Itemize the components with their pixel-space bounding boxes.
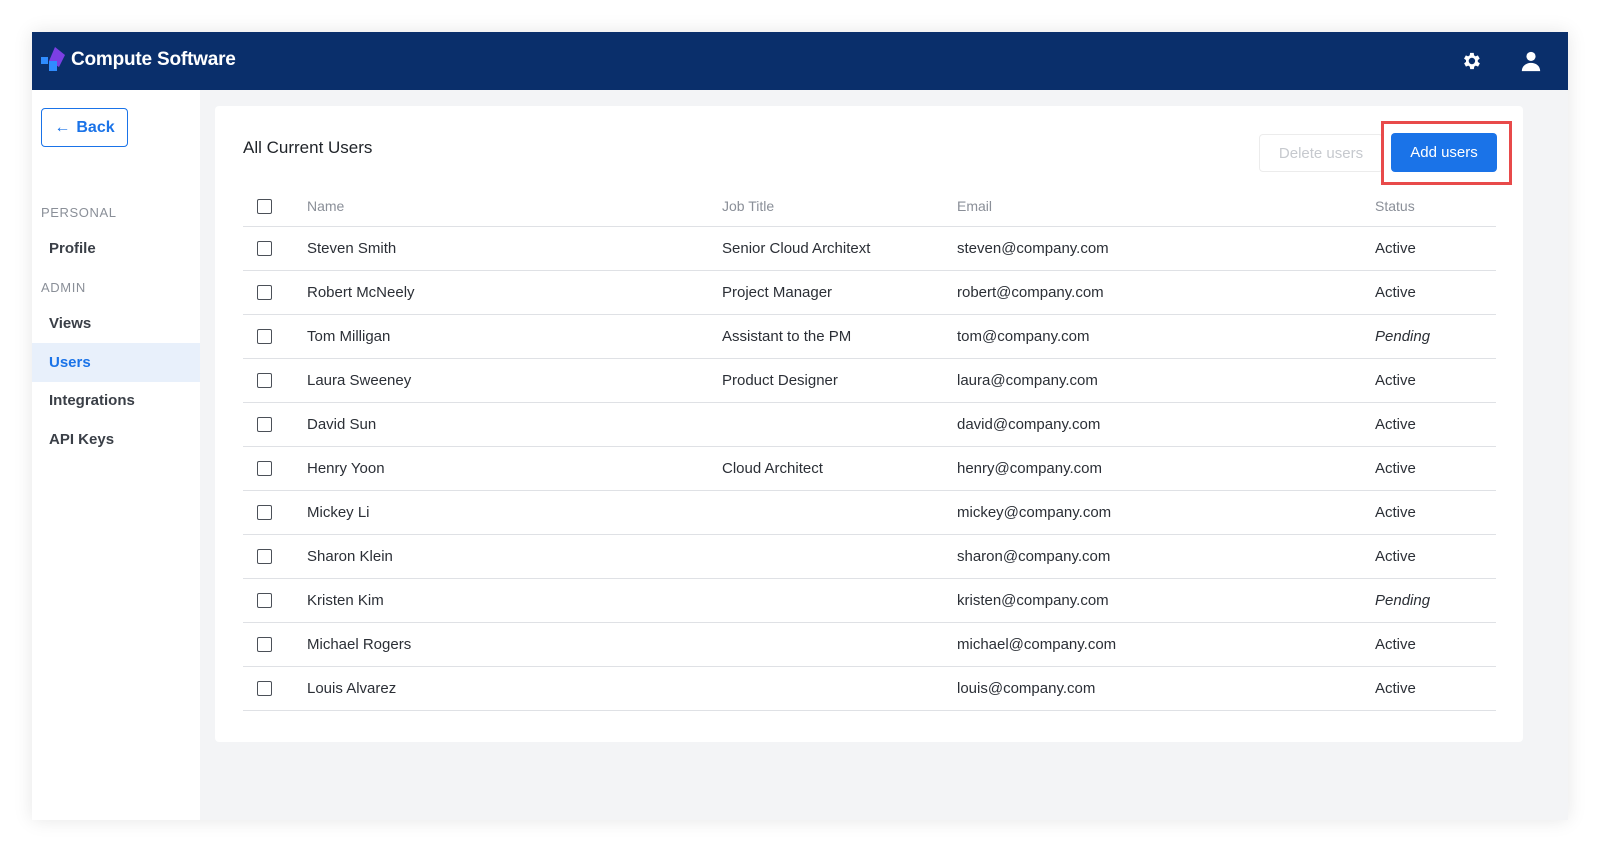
table-row[interactable]: Michael Rogers michael@company.com Active xyxy=(243,623,1496,667)
table-row[interactable]: Sharon Klein sharon@company.com Active xyxy=(243,535,1496,579)
back-button[interactable]: ← Back xyxy=(41,108,128,147)
cell-name: Steven Smith xyxy=(307,240,397,257)
top-bar: Compute Software xyxy=(32,32,1568,90)
row-checkbox[interactable] xyxy=(257,285,272,300)
column-header-job-title[interactable]: Job Title xyxy=(722,186,774,227)
cell-job-title: Senior Cloud Architext xyxy=(722,240,871,257)
cell-name: Louis Alvarez xyxy=(307,680,397,697)
cell-status: Active xyxy=(1375,240,1416,257)
column-header-status[interactable]: Status xyxy=(1375,186,1415,227)
cell-status: Active xyxy=(1375,680,1416,697)
cell-email: henry@company.com xyxy=(957,460,1103,477)
cell-status: Pending xyxy=(1375,328,1431,345)
page-title: All Current Users xyxy=(243,138,373,157)
cell-email: robert@company.com xyxy=(957,284,1104,301)
cell-email: sharon@company.com xyxy=(957,548,1111,565)
cell-name: Tom Milligan xyxy=(307,328,391,345)
table-row[interactable]: Robert McNeely Project Manager robert@comp… xyxy=(243,271,1496,315)
section-admin: ADMIN xyxy=(41,280,86,295)
delete-users-button[interactable]: Delete users xyxy=(1259,134,1383,172)
row-checkbox[interactable] xyxy=(257,417,272,432)
table-header: Name Job Title Email Status xyxy=(243,186,1496,227)
row-checkbox[interactable] xyxy=(257,681,272,696)
app-window: Compute Software ← Back PERSONAL Profile… xyxy=(32,32,1568,820)
cell-status: Active xyxy=(1375,460,1416,477)
cell-name: Sharon Klein xyxy=(307,548,393,565)
add-users-button[interactable]: Add users xyxy=(1391,133,1497,172)
sidebar-item-profile[interactable]: Profile xyxy=(32,229,200,268)
cell-email: laura@company.com xyxy=(957,372,1098,389)
sidebar-item-users[interactable]: Users xyxy=(32,343,200,382)
table-row[interactable]: Henry Yoon Cloud Architect henry@company.c… xyxy=(243,447,1496,491)
cell-name: Henry Yoon xyxy=(307,460,385,477)
section-personal: PERSONAL xyxy=(41,205,117,220)
table-row[interactable]: Steven Smith Senior Cloud Architext steven… xyxy=(243,227,1496,271)
users-table: Name Job Title Email Status Steven Smith… xyxy=(243,186,1496,711)
row-checkbox[interactable] xyxy=(257,461,272,476)
cell-job-title: Assistant to the PM xyxy=(722,328,852,345)
cell-job-title: Cloud Architect xyxy=(722,460,823,477)
cell-name: David Sun xyxy=(307,416,377,433)
cell-email: kristen@company.com xyxy=(957,592,1109,609)
row-checkbox[interactable] xyxy=(257,505,272,520)
table-row[interactable]: Tom Milligan Assistant to the PM tom@compa… xyxy=(243,315,1496,359)
cell-name: Mickey Li xyxy=(307,504,370,521)
row-checkbox[interactable] xyxy=(257,593,272,608)
select-all-checkbox[interactable] xyxy=(257,199,272,214)
arrow-left-icon: ← xyxy=(54,118,71,136)
cell-email: michael@company.com xyxy=(957,636,1117,653)
user-icon[interactable] xyxy=(1520,50,1542,72)
row-checkbox[interactable] xyxy=(257,549,272,564)
column-header-email[interactable]: Email xyxy=(957,186,992,227)
sidebar: ← Back PERSONAL Profile ADMIN Views User… xyxy=(32,90,200,820)
cell-status: Active xyxy=(1375,372,1416,389)
cell-name: Kristen Kim xyxy=(307,592,384,609)
brand-name: Compute Software xyxy=(71,49,236,70)
table-body: Steven Smith Senior Cloud Architext steven… xyxy=(243,227,1496,711)
table-row[interactable]: Kristen Kim kristen@company.com Pending xyxy=(243,579,1496,623)
logo-icon xyxy=(41,47,65,71)
cell-name: Michael Rogers xyxy=(307,636,412,653)
cell-status: Active xyxy=(1375,504,1416,521)
table-row[interactable]: Mickey Li mickey@company.com Active xyxy=(243,491,1496,535)
cell-email: tom@company.com xyxy=(957,328,1090,345)
back-label: Back xyxy=(76,118,115,136)
cell-name: Robert McNeely xyxy=(307,284,415,301)
cell-job-title: Product Designer xyxy=(722,372,838,389)
table-row[interactable]: David Sun david@company.com Active xyxy=(243,403,1496,447)
row-checkbox[interactable] xyxy=(257,373,272,388)
cell-name: Laura Sweeney xyxy=(307,372,412,389)
cell-status: Active xyxy=(1375,548,1416,565)
row-checkbox[interactable] xyxy=(257,241,272,256)
sidebar-item-api-keys[interactable]: API Keys xyxy=(32,420,200,459)
sidebar-item-integrations[interactable]: Integrations xyxy=(32,381,200,420)
column-header-name[interactable]: Name xyxy=(307,186,344,227)
row-checkbox[interactable] xyxy=(257,637,272,652)
table-row[interactable]: Louis Alvarez louis@company.com Active xyxy=(243,667,1496,711)
cell-email: steven@company.com xyxy=(957,240,1109,257)
cell-status: Active xyxy=(1375,636,1416,653)
sidebar-item-views[interactable]: Views xyxy=(32,304,200,343)
cell-job-title: Project Manager xyxy=(722,284,833,301)
cell-email: mickey@company.com xyxy=(957,504,1112,521)
gear-icon[interactable] xyxy=(1460,50,1482,72)
cell-status: Active xyxy=(1375,284,1416,301)
cell-status: Active xyxy=(1375,416,1416,433)
row-checkbox[interactable] xyxy=(257,329,272,344)
cell-email: david@company.com xyxy=(957,416,1101,433)
table-row[interactable]: Laura Sweeney Product Designer laura@compa… xyxy=(243,359,1496,403)
users-card: All Current Users Delete users Add users… xyxy=(215,106,1523,742)
cell-email: louis@company.com xyxy=(957,680,1096,697)
cell-status: Pending xyxy=(1375,592,1431,609)
